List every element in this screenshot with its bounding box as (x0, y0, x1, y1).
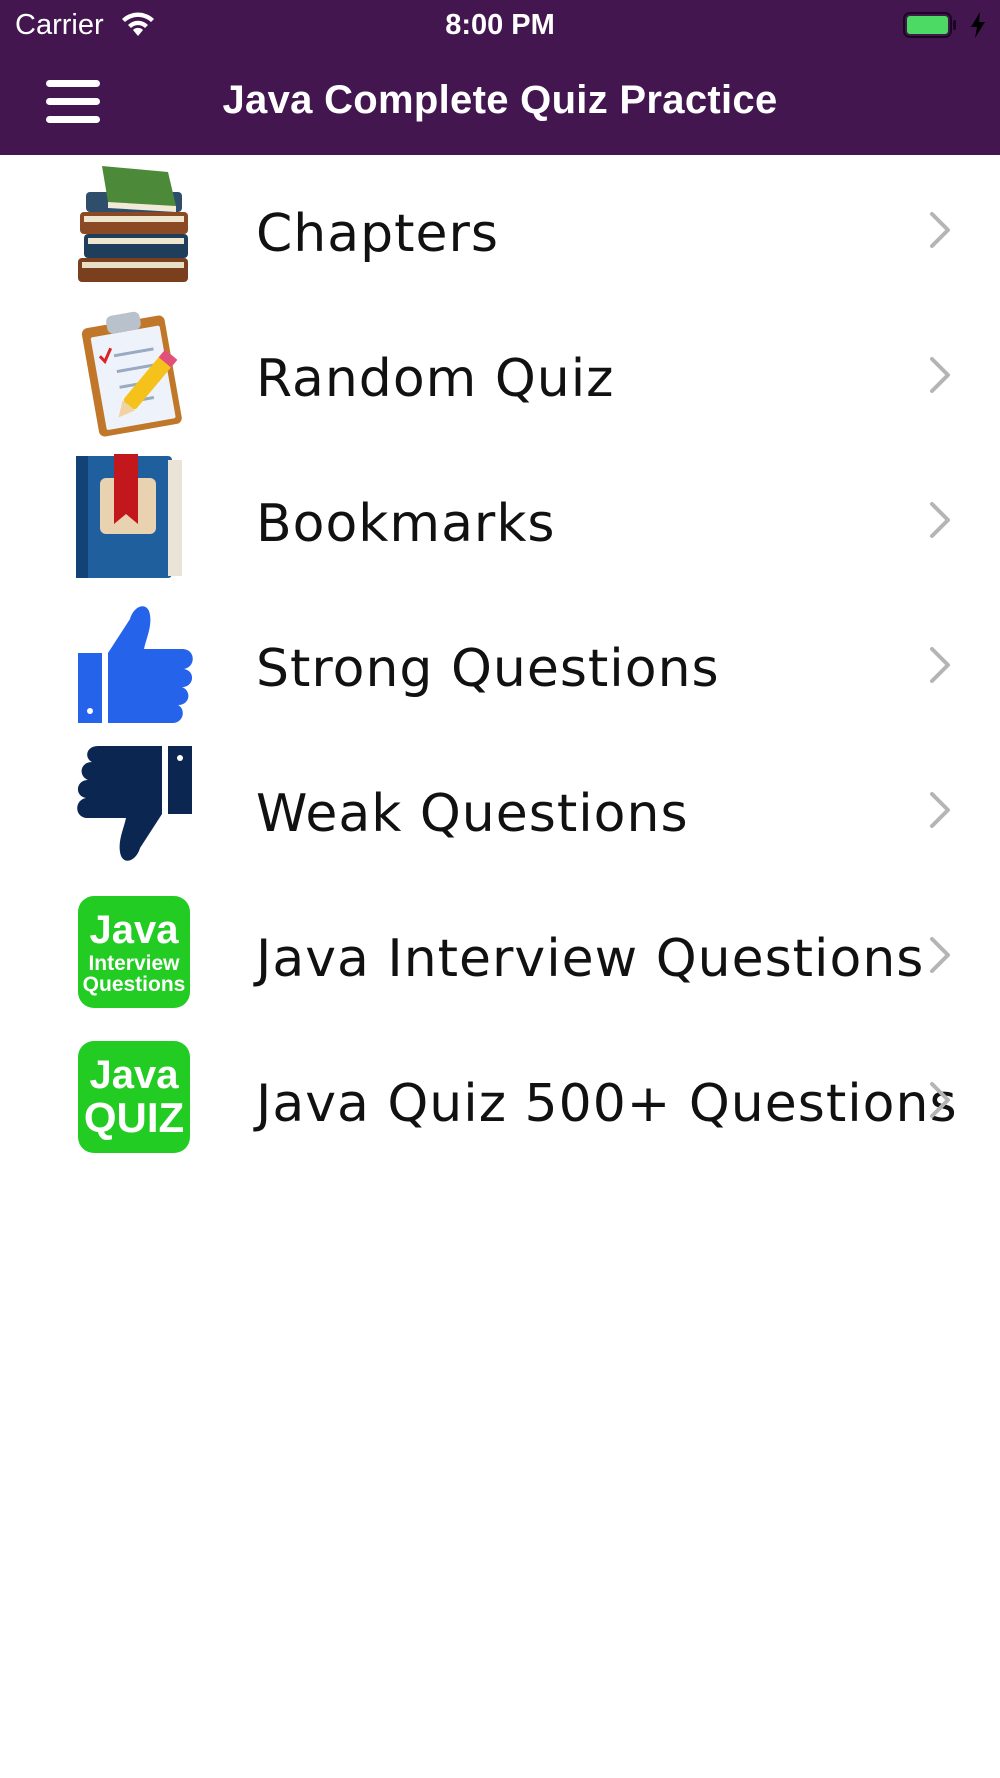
chevron-right-icon (930, 792, 950, 828)
chevron-right-icon (930, 1082, 950, 1118)
thumbs-up-icon (78, 606, 193, 723)
menu-item-label: Random Quiz (256, 349, 615, 409)
menu-item-label: Java Quiz 500+ Questions (256, 1074, 958, 1134)
chevron-right-icon (930, 212, 950, 248)
chevron-right-icon (930, 937, 950, 973)
menu-item-bookmarks[interactable]: Bookmarks (0, 450, 1000, 595)
page-title: Java Complete Quiz Practice (222, 78, 778, 122)
menu-item-java-interview-questions[interactable]: Java Interview Questions Java Interview … (0, 885, 1000, 1030)
menu-item-java-quiz-500-questions[interactable]: Java QUIZ Java Quiz 500+ Questions (0, 1030, 1000, 1175)
status-time: 8:00 PM (445, 9, 555, 41)
java-quiz-badge-icon: Java QUIZ (72, 1032, 198, 1162)
menu-list: Chapters Random Quiz Bookmarks Strong Qu… (0, 160, 1000, 1175)
menu-item-weak-questions[interactable]: Weak Questions (0, 740, 1000, 885)
status-bar: Carrier 8:00 PM (0, 0, 1000, 50)
menu-item-label: Java Interview Questions (256, 929, 925, 989)
chevron-right-icon (930, 502, 950, 538)
navigation-bar: Carrier 8:00 PM Java Complete Quiz Pract… (0, 0, 1000, 155)
books-icon (78, 166, 188, 282)
chevron-right-icon (930, 647, 950, 683)
menu-item-label: Bookmarks (256, 494, 556, 554)
menu-item-label: Weak Questions (256, 784, 689, 844)
menu-item-label: Strong Questions (256, 639, 720, 699)
menu-item-strong-questions[interactable]: Strong Questions (0, 595, 1000, 740)
java-interview-questions-badge-icon: Java Interview Questions (72, 887, 198, 1017)
menu-item-chapters[interactable]: Chapters (0, 160, 1000, 305)
bookmark-book-icon (76, 454, 182, 578)
menu-item-label: Chapters (256, 204, 499, 264)
clipboard-pencil-icon (81, 311, 182, 437)
thumbs-down-icon (77, 746, 192, 861)
menu-item-random-quiz[interactable]: Random Quiz (0, 305, 1000, 450)
battery-icon (903, 12, 956, 38)
charging-bolt-icon (971, 12, 985, 38)
chevron-right-icon (930, 357, 950, 393)
